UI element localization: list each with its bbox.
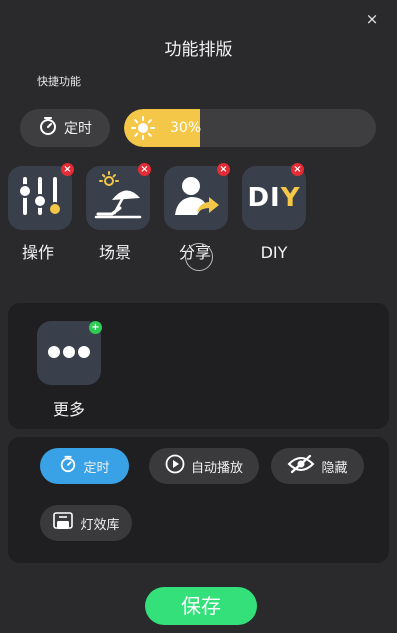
timer-icon <box>59 455 77 477</box>
tile-label-scene: 场景 <box>98 243 131 262</box>
brightness-value: 30% <box>170 120 202 136</box>
timer-shortcut-button[interactable]: 定时 <box>20 109 110 147</box>
diy-icon: DIY <box>247 183 301 213</box>
remove-scene-button[interactable]: × <box>138 163 151 176</box>
tile-label-operation: 操作 <box>21 243 54 262</box>
remove-share-button[interactable]: × <box>217 163 230 176</box>
page-title: 功能排版 <box>164 40 233 60</box>
beach-umbrella-icon <box>92 170 144 226</box>
sun-icon <box>131 116 155 144</box>
lamp-library-icon <box>52 510 74 536</box>
chip-label-autoplay: 自动播放 <box>190 460 243 476</box>
tile-label-diy: DIY <box>260 243 288 262</box>
chip-label-hide: 隐藏 <box>321 460 348 476</box>
remove-operation-button[interactable]: × <box>61 163 74 176</box>
available-functions-panel: 定时 自动播放 隐藏 灯效库 <box>8 437 389 563</box>
chip-autoplay[interactable]: 自动播放 <box>149 448 259 484</box>
save-button[interactable]: 保存 <box>145 587 257 625</box>
chip-timer[interactable]: 定时 <box>40 448 129 484</box>
chip-label-effect-library: 灯效库 <box>80 517 120 533</box>
close-button[interactable]: × <box>362 9 382 29</box>
touch-indicator <box>185 243 213 271</box>
chip-hide[interactable]: 隐藏 <box>271 448 364 484</box>
timer-shortcut-label: 定时 <box>64 121 92 137</box>
chip-effect-library[interactable]: 灯效库 <box>40 505 132 541</box>
tile-label-more: 更多 <box>52 400 85 419</box>
ellipsis-icon <box>47 344 91 363</box>
add-more-button[interactable]: + <box>89 321 102 334</box>
remove-diy-button[interactable]: × <box>291 163 304 176</box>
extra-functions-panel: + 更多 <box>8 303 389 429</box>
brightness-slider[interactable]: 30% <box>124 109 376 147</box>
eye-slash-icon <box>287 454 315 478</box>
play-icon <box>165 454 185 478</box>
timer-icon <box>38 116 58 140</box>
share-person-icon <box>171 171 221 225</box>
sliders-icon <box>15 171 65 225</box>
chip-label-timer: 定时 <box>83 460 110 476</box>
section-label-quick: 快捷功能 <box>37 75 81 88</box>
